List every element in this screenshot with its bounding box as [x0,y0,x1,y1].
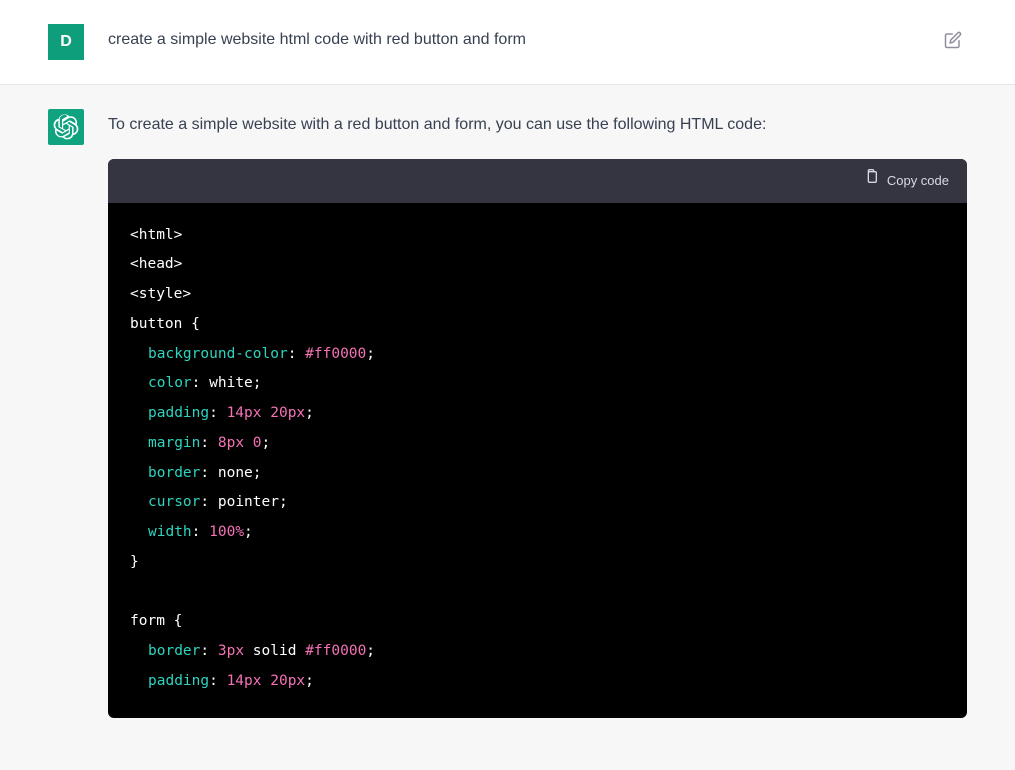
css-value: pointer [218,494,279,510]
css-value: 8px [218,435,244,451]
css-value: 14px [227,405,262,421]
code-line: <head> [130,256,182,272]
edit-icon[interactable] [939,26,967,54]
css-value: #ff0000 [305,643,366,659]
css-value: 20px [270,673,305,689]
code-body: <html> <head> <style> button { backgroun… [108,203,967,719]
css-value: 0 [253,435,262,451]
css-prop: cursor [148,494,200,510]
code-line: <style> [130,286,191,302]
css-prop: margin [148,435,200,451]
assistant-content: To create a simple website with a red bu… [108,109,967,718]
code-line: <html> [130,227,182,243]
code-block-header: Copy code [108,159,967,203]
css-prop: padding [148,673,209,689]
user-prompt-text: create a simple website html code with r… [108,24,915,54]
user-avatar-letter: D [60,33,72,51]
css-value: solid [253,643,297,659]
css-prop: border [148,465,200,481]
copy-code-label: Copy code [887,170,949,193]
css-value: 14px [227,673,262,689]
css-prop: padding [148,405,209,421]
css-value: 20px [270,405,305,421]
copy-code-button[interactable]: Copy code [863,169,949,193]
assistant-message: To create a simple website with a red bu… [0,85,1015,742]
code-line: button { [130,316,200,332]
user-message: D create a simple website html code with… [0,0,1015,85]
css-value: white [209,375,253,391]
assistant-avatar [48,109,84,145]
code-line: } [130,554,139,570]
clipboard-icon [863,169,879,193]
user-avatar: D [48,24,84,60]
css-value: 100% [209,524,244,540]
css-prop: background-color [148,346,288,362]
assistant-intro-text: To create a simple website with a red bu… [108,111,967,139]
css-prop: width [148,524,192,540]
css-value: none [218,465,253,481]
css-prop: border [148,643,200,659]
code-line: form { [130,613,182,629]
css-value: 3px [218,643,244,659]
code-block: Copy code <html> <head> <style> button {… [108,159,967,718]
css-value: #ff0000 [305,346,366,362]
css-prop: color [148,375,192,391]
